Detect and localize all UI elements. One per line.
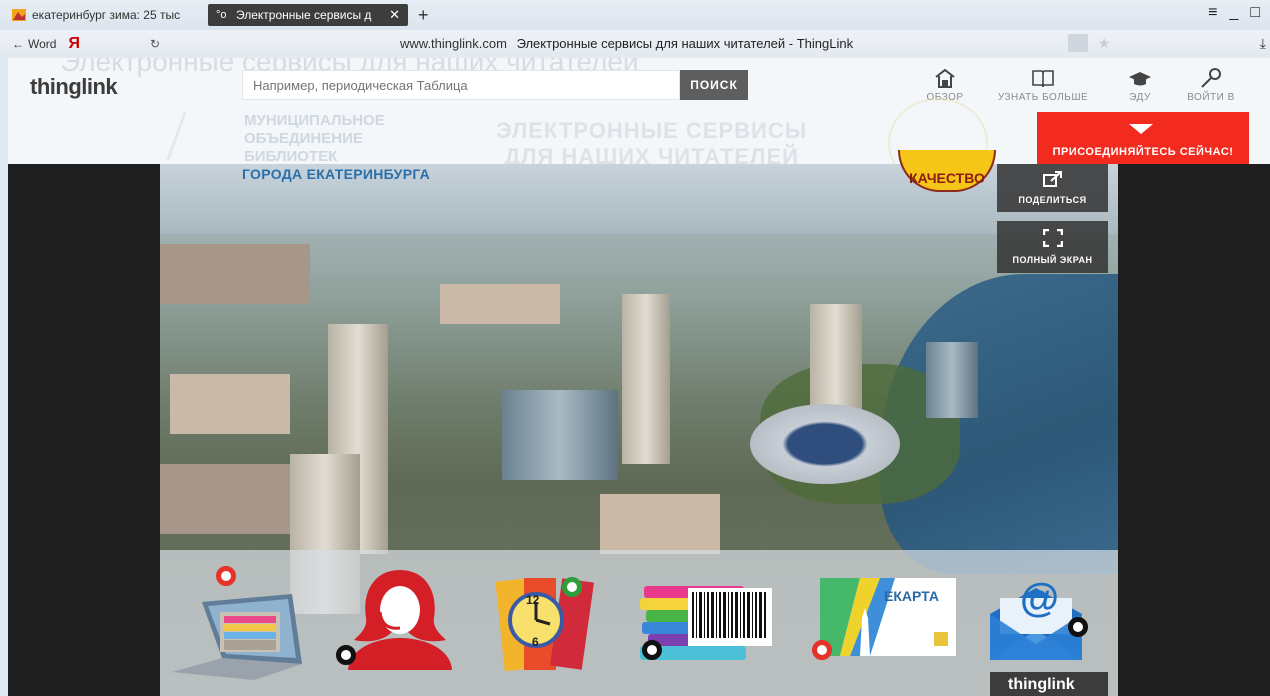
quality-seal: КАЧЕСТВО [898, 150, 996, 192]
url-page-title: Электронные сервисы для наших читателей … [516, 36, 854, 51]
nav-login[interactable]: ВОЙТИ В [1178, 64, 1244, 103]
search-input[interactable] [243, 71, 679, 99]
menu-icon[interactable]: ≡ [1208, 4, 1217, 22]
fullscreen-icon [1042, 228, 1063, 249]
barcode-service[interactable] [640, 580, 780, 669]
graduation-cap-icon [1128, 64, 1152, 92]
tab-thinglink[interactable]: °o Электронные сервисы д ✕ [208, 4, 408, 26]
fullscreen-label: ПОЛНЫЙ ЭКРАН [1012, 255, 1093, 265]
books-clock-icon: 12 6 [495, 578, 594, 672]
join-now-button[interactable]: ПРИСОЕДИНЯЙТЕСЬ СЕЙЧАС! [1037, 112, 1249, 164]
hotspot-black[interactable] [642, 640, 662, 660]
thinglink-favicon-icon: °o [216, 9, 227, 21]
tab-ekaterinburg[interactable]: екатеринбург зима: 25 тыс [4, 4, 204, 26]
mountain-favicon-icon [12, 9, 26, 21]
key-icon [1199, 64, 1223, 92]
join-label: ПРИСОЕДИНЯЙТЕСЬ СЕЙЧАС! [1052, 146, 1234, 158]
tab-label: екатеринбург зима: 25 тыс [32, 8, 181, 22]
back-label: Word [28, 37, 57, 51]
file-cabinet-laptop-icon [172, 594, 302, 680]
svg-text:6: 6 [532, 635, 539, 649]
nav-edu[interactable]: ЭДУ [1120, 64, 1160, 103]
tab-label: Электронные сервисы д [236, 8, 372, 22]
ekarta-label: ЕКАРТА [884, 588, 939, 604]
url-host: www.thinglink.com [400, 36, 507, 51]
back-arrow-icon: ← [12, 37, 24, 51]
fullscreen-button[interactable]: ПОЛНЫЙ ЭКРАН [997, 221, 1108, 273]
address-bar: ← Word Я ↻ www.thinglink.com Электронные… [0, 30, 1270, 58]
share-icon [1042, 171, 1063, 189]
search-box [242, 70, 680, 100]
hotspot-red[interactable] [812, 640, 832, 660]
ghost-banner-heading: ЭЛЕКТРОННЫЕ СЕРВИСЫ ДЛЯ НАШИХ ЧИТАТЕЛЕЙ [496, 118, 808, 164]
window-controls: ≡ _ □ [1208, 4, 1260, 22]
share-button[interactable]: ПОДЕЛИТЬСЯ [997, 164, 1108, 212]
bookmark-star-icon[interactable]: ★ [1098, 35, 1111, 52]
back-button[interactable]: ← Word [12, 37, 56, 51]
hotspot-black[interactable] [1068, 617, 1088, 637]
hotspot-green[interactable] [562, 577, 582, 597]
hotspot-red[interactable] [216, 566, 236, 586]
glass-building [926, 342, 978, 418]
nav-label: ЭДУ [1129, 92, 1151, 103]
maximize-icon[interactable]: □ [1250, 4, 1260, 22]
stadium [750, 404, 900, 484]
nav-learn-more[interactable]: УЗНАТЬ БОЛЬШЕ [988, 64, 1098, 103]
share-label: ПОДЕЛИТЬСЯ [1018, 195, 1087, 205]
left-edge [0, 58, 8, 696]
operator-headset-icon [348, 570, 452, 670]
yandex-icon[interactable]: Я [68, 35, 80, 53]
nav-label: УЗНАТЬ БОЛЬШЕ [997, 92, 1089, 103]
ekarta-service[interactable]: ЕКАРТА [820, 578, 956, 661]
home-icon [933, 64, 957, 92]
close-tab-icon[interactable]: ✕ [389, 7, 400, 23]
new-tab-button[interactable]: + [418, 5, 429, 26]
browser-tab-bar: екатеринбург зима: 25 тыс °o Электронные… [0, 0, 1270, 30]
tower [622, 294, 670, 464]
hotspot-black[interactable] [336, 645, 356, 665]
nav-overview[interactable]: ОБЗОР [920, 64, 970, 103]
tower [810, 304, 862, 414]
nav-label: ВОЙТИ В [1187, 92, 1235, 103]
books-service[interactable]: 12 6 [490, 570, 600, 677]
ghost-library-logo [166, 112, 244, 160]
reload-icon[interactable]: ↻ [150, 37, 160, 51]
thinglink-logo[interactable]: thinglink [30, 74, 118, 100]
book-icon [1031, 64, 1055, 92]
minimize-icon[interactable]: _ [1229, 4, 1238, 22]
url-field[interactable]: www.thinglink.com Электронные сервисы дл… [400, 36, 853, 51]
chevron-down-icon [1129, 124, 1153, 134]
thinglink-badge[interactable]: thinglink [990, 672, 1108, 696]
catalog-service[interactable] [162, 572, 312, 687]
at-symbol: @ [1020, 576, 1060, 620]
consultant-service[interactable] [340, 566, 460, 675]
glass-building [502, 390, 618, 480]
search-button[interactable]: ПОИСК [680, 70, 748, 100]
protect-icon[interactable] [1068, 34, 1088, 52]
ghost-org-name: МУНИЦИПАЛЬНОЕ ОБЪЕДИНЕНИЕ БИБЛИОТЕК [244, 112, 385, 164]
svg-text:12: 12 [526, 593, 540, 607]
download-icon[interactable]: ⤓ [1260, 35, 1266, 52]
org-title: ГОРОДА ЕКАТЕРИНБУРГА [242, 166, 431, 182]
